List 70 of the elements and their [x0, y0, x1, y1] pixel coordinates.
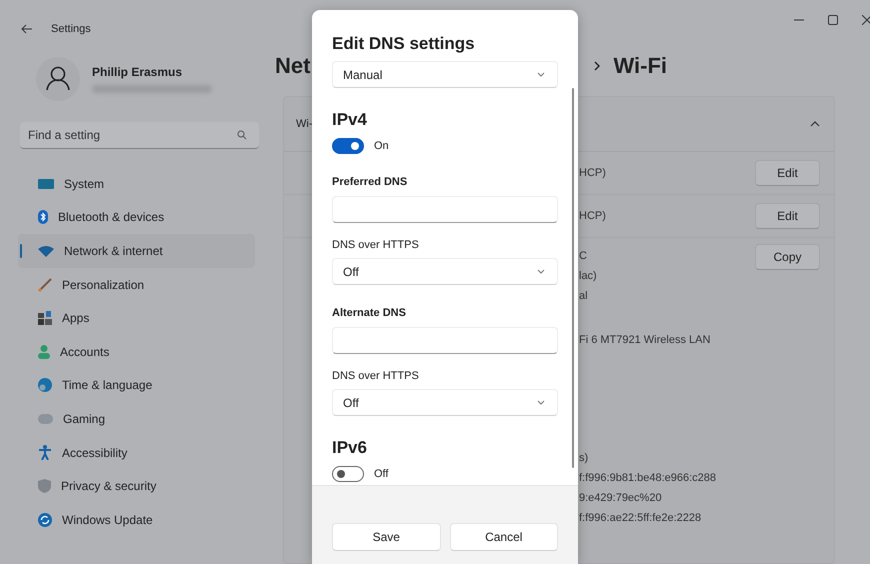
property-value: lac) — [579, 270, 597, 282]
field-label: DNS over HTTPS — [332, 239, 420, 251]
sidebar-item[interactable]: Network & internet — [18, 234, 255, 268]
property-value: al — [579, 290, 589, 302]
toggle-label: Off — [374, 468, 388, 480]
sidebar-item[interactable]: Personalization — [18, 268, 255, 302]
person-icon — [38, 344, 50, 359]
toggle-label: On — [374, 140, 389, 152]
dns-input-field[interactable] — [332, 327, 558, 354]
close-icon[interactable] — [862, 15, 870, 25]
property-value: HCP) — [579, 167, 606, 179]
sidebar-item[interactable]: Accounts — [18, 334, 255, 369]
sidebar-item[interactable]: Apps — [18, 301, 255, 335]
section-heading: IPv4 — [332, 110, 368, 130]
window-title: Settings — [51, 23, 91, 35]
property-value: s) — [579, 452, 590, 464]
property-value: C — [579, 250, 588, 262]
shield-icon — [38, 479, 51, 494]
monitor-icon — [38, 178, 54, 190]
search-icon — [237, 130, 247, 140]
scrollbar[interactable] — [572, 88, 574, 468]
toggle-switch[interactable] — [332, 138, 364, 154]
property-value: Fi 6 MT7921 Wireless LAN — [579, 334, 710, 346]
sidebar-item[interactable]: Windows Update — [18, 502, 255, 537]
row-button[interactable]: Copy — [755, 244, 820, 270]
accessibility-icon — [38, 445, 52, 460]
sidebar-item[interactable]: Gaming — [18, 402, 255, 436]
https-dropdown[interactable]: Off — [332, 389, 558, 416]
sidebar-item[interactable]: Time & language — [18, 368, 255, 402]
field-label: Preferred DNS — [332, 176, 408, 188]
chevron-down-icon — [537, 269, 545, 274]
brush-icon — [38, 278, 52, 292]
property-value: f:f996:ae22:5ff:fe2e:2228 — [579, 512, 702, 524]
maximize-icon[interactable] — [828, 15, 838, 25]
dialog-title: Edit DNS settings — [332, 34, 476, 54]
section-heading: IPv6 — [332, 438, 368, 458]
bluetooth-icon — [38, 210, 48, 224]
https-dropdown[interactable]: Off — [332, 258, 558, 285]
chevron-up-icon[interactable] — [810, 121, 820, 127]
profile-name: Phillip Erasmus — [92, 65, 184, 79]
property-value: 9:e429:79ec%20 — [579, 492, 663, 504]
mode-dropdown[interactable]: Manual — [332, 61, 558, 88]
search-field[interactable]: Find a setting — [20, 122, 259, 149]
avatar-icon — [36, 57, 80, 101]
chevron-right-icon — [594, 61, 602, 71]
card-title: Wi- — [296, 118, 312, 130]
wifi-icon — [38, 244, 54, 257]
update-icon — [38, 512, 52, 527]
sidebar-item[interactable]: Privacy & security — [18, 469, 255, 503]
page-heading: Wi-Fi — [613, 53, 667, 79]
field-label: Alternate DNS — [332, 307, 407, 319]
property-value: HCP) — [579, 210, 606, 222]
dns-input-field[interactable] — [332, 196, 558, 223]
row-button[interactable]: Edit — [755, 203, 820, 229]
chevron-down-icon — [537, 400, 545, 405]
dialog-button[interactable]: Cancel — [450, 523, 558, 551]
chevron-down-icon — [537, 72, 545, 77]
page-heading: Net — [275, 53, 310, 79]
dialog-button[interactable]: Save — [332, 523, 440, 551]
toggle-switch[interactable] — [332, 466, 364, 482]
sidebar-item[interactable]: Bluetooth & devices — [18, 200, 255, 234]
property-value: f:f996:9b81:be48:e966:c288 — [579, 472, 716, 484]
row-button[interactable]: Edit — [755, 160, 820, 186]
field-label: DNS over HTTPS — [332, 370, 420, 382]
apps-icon — [38, 311, 52, 326]
gamepad-icon — [38, 414, 53, 424]
sidebar-item[interactable]: System — [18, 167, 255, 201]
back-icon[interactable] — [21, 24, 33, 34]
sidebar-item[interactable]: Accessibility — [18, 436, 255, 470]
globe-clock-icon — [38, 378, 52, 392]
